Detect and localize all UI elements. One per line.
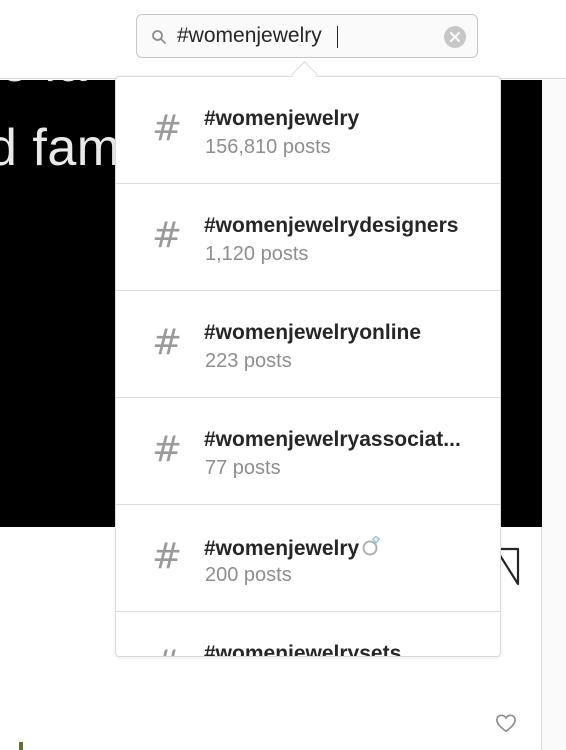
hashtag-name: #womenjewelryassociat... bbox=[204, 428, 461, 451]
search-result-item[interactable]: # #womenjewelrysets bbox=[116, 612, 500, 657]
hashtag-icon: # bbox=[152, 536, 183, 577]
search-results-dropdown: # #womenjewelry 156,810 posts # #womenje… bbox=[115, 76, 501, 657]
search-result-item[interactable]: # #womenjewelrydesigners 1,120 posts bbox=[116, 184, 500, 291]
post-image-text: d fam bbox=[0, 119, 121, 177]
hashtag-name-with-ring: #womenjewelry bbox=[204, 535, 486, 561]
search-result-item[interactable]: # #womenjewelryassociat... 77 posts bbox=[116, 398, 500, 505]
hashtag-post-count: 77 posts bbox=[205, 457, 281, 479]
heart-icon[interactable] bbox=[495, 713, 517, 733]
hashtag-post-count: 223 posts bbox=[205, 350, 292, 372]
hashtag-name: #womenjewelrysets bbox=[204, 642, 402, 657]
search-icon bbox=[152, 30, 166, 44]
hashtag-icon: # bbox=[152, 429, 183, 470]
clear-search-button[interactable] bbox=[444, 26, 466, 48]
search-input[interactable] bbox=[177, 15, 437, 57]
search-results-list: # #womenjewelry 156,810 posts # #womenje… bbox=[116, 77, 500, 657]
hashtag-post-count: 156,810 posts bbox=[205, 136, 331, 158]
post-image-text-top: e fa bbox=[0, 80, 87, 94]
search-box[interactable] bbox=[136, 14, 478, 58]
hashtag-name: #womenjewelrydesigners bbox=[204, 214, 459, 237]
search-result-item[interactable]: # #womenjewelry 200 posts bbox=[116, 505, 500, 612]
hashtag-name: #womenjewelry bbox=[204, 537, 360, 560]
ring-icon bbox=[362, 535, 381, 556]
hashtag-icon: # bbox=[152, 215, 183, 256]
hashtag-post-count: 200 posts bbox=[205, 564, 292, 586]
hashtag-name: #womenjewelry bbox=[204, 107, 360, 130]
hashtag-icon: # bbox=[152, 322, 183, 363]
hashtag-icon: # bbox=[152, 108, 183, 149]
hashtag-post-count: 1,120 posts bbox=[205, 243, 309, 265]
close-icon bbox=[450, 32, 460, 42]
search-result-item[interactable]: # #womenjewelry 156,810 posts bbox=[116, 77, 500, 184]
hashtag-icon: # bbox=[152, 644, 182, 657]
text-caret bbox=[337, 26, 338, 48]
search-result-item[interactable]: # #womenjewelryonline 223 posts bbox=[116, 291, 500, 398]
hashtag-name: #womenjewelryonline bbox=[204, 321, 422, 344]
partial-avatar bbox=[19, 742, 23, 750]
